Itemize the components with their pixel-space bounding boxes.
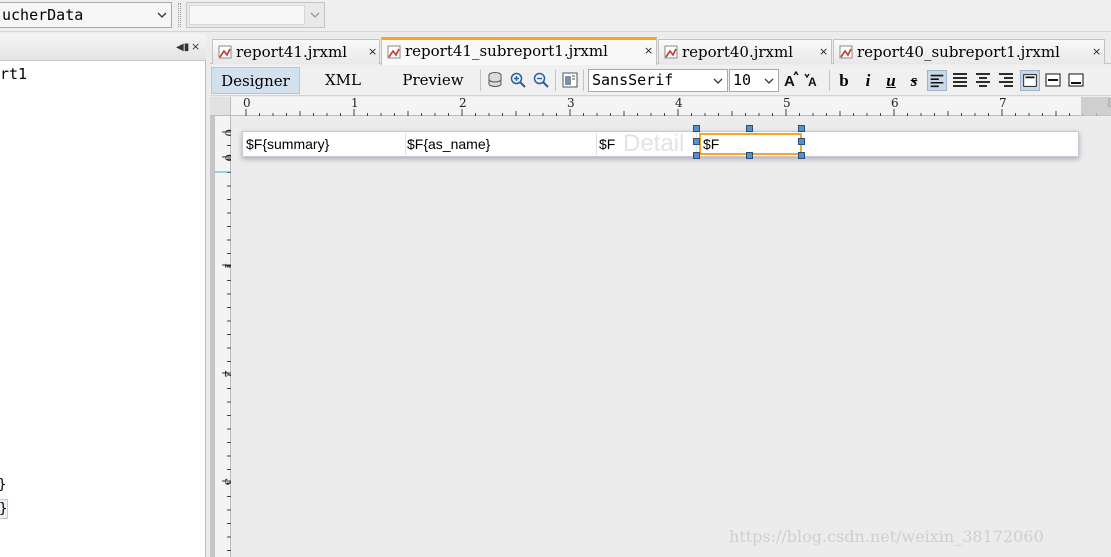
ruler-label: 0 bbox=[243, 97, 251, 110]
jrxml-file-icon bbox=[839, 45, 853, 59]
parameter-select[interactable] bbox=[186, 2, 325, 28]
tab-label: report41.jrxml bbox=[236, 43, 348, 61]
font-family-value: SansSerif bbox=[592, 71, 674, 89]
tab-report40-subreport1[interactable]: report40_subreport1.jrxml × bbox=[833, 39, 1105, 64]
chevron-down-icon bbox=[310, 12, 320, 18]
ruler-label: 1 bbox=[351, 97, 359, 110]
minimize-panel-icon[interactable]: ◀▮ bbox=[176, 42, 189, 53]
dataset-select-value: ucherData bbox=[2, 6, 84, 24]
jrxml-file-icon bbox=[664, 45, 678, 59]
zoom-in-icon[interactable] bbox=[509, 71, 527, 89]
ruler-margin-strip bbox=[1081, 97, 1111, 116]
svg-text:A: A bbox=[784, 73, 795, 89]
text-field-as-name[interactable]: $F{as_name} bbox=[405, 133, 597, 155]
chevron-down-icon bbox=[764, 78, 774, 84]
horizontal-ruler[interactable]: 012345678 bbox=[231, 96, 1111, 116]
toolbar-grip[interactable] bbox=[178, 3, 181, 27]
ruler-label: 5 bbox=[783, 97, 791, 110]
report-inspector-panel: ◀▮ × rt1 } } bbox=[0, 34, 206, 557]
align-justify-icon[interactable] bbox=[951, 71, 969, 89]
ruler-label: 0 bbox=[222, 129, 231, 137]
underline-button[interactable]: u bbox=[881, 70, 901, 91]
designer-mode-button[interactable]: Designer bbox=[211, 67, 300, 94]
preview-mode-button[interactable]: Preview bbox=[396, 67, 470, 94]
chevron-down-icon bbox=[713, 78, 723, 84]
detail-band[interactable]: Detail $F{summary} $F{as_name} $F $F bbox=[242, 131, 1079, 157]
panel-header: ◀▮ × bbox=[0, 34, 206, 61]
svg-text:A: A bbox=[808, 75, 817, 89]
tab-label: report41_subreport1.jrxml bbox=[405, 42, 608, 60]
font-size-value: 10 bbox=[733, 71, 752, 89]
ruler-label: 4 bbox=[675, 97, 683, 110]
resize-handle-w[interactable] bbox=[693, 138, 700, 145]
ruler-label: 3 bbox=[222, 478, 231, 486]
tab-report41[interactable]: report41.jrxml × bbox=[212, 39, 380, 64]
vertical-ruler[interactable]: 0 0 1 2 3 bbox=[210, 116, 236, 557]
close-tab-icon[interactable]: × bbox=[819, 40, 828, 64]
ruler-label: 3 bbox=[567, 97, 575, 110]
tree-node-brace-selected[interactable]: } bbox=[0, 499, 8, 519]
design-canvas[interactable]: Detail $F{summary} $F{as_name} $F $F bbox=[232, 117, 1111, 557]
parameter-select-value bbox=[189, 5, 305, 25]
toolbar-separator bbox=[480, 70, 481, 91]
align-left-icon[interactable] bbox=[927, 70, 947, 91]
editor-tab-strip: report41.jrxml × report41_subreport1.jrx… bbox=[210, 36, 1111, 65]
bold-button[interactable]: b bbox=[834, 70, 854, 91]
tab-report41-subreport1[interactable]: report41_subreport1.jrxml × bbox=[381, 37, 657, 65]
close-tab-icon[interactable]: × bbox=[644, 40, 653, 62]
resize-handle-se[interactable] bbox=[798, 152, 805, 159]
toolbar-separator bbox=[583, 70, 584, 91]
close-panel-icon[interactable]: × bbox=[191, 40, 200, 53]
database-icon[interactable] bbox=[486, 71, 504, 89]
designer-toolbar: Designer XML Preview SansSerif 10 A A b … bbox=[210, 65, 1111, 96]
align-top-icon[interactable] bbox=[1020, 70, 1040, 91]
close-tab-icon[interactable]: × bbox=[1092, 40, 1101, 64]
tree-node-report[interactable]: rt1 bbox=[0, 65, 27, 83]
font-family-select[interactable]: SansSerif bbox=[588, 69, 728, 92]
text-field-3[interactable]: $F bbox=[597, 133, 697, 155]
decrease-font-size-icon[interactable]: A bbox=[804, 71, 822, 89]
align-right-icon[interactable] bbox=[997, 71, 1015, 89]
xml-mode-button[interactable]: XML bbox=[318, 67, 368, 94]
dataset-select[interactable]: ucherData bbox=[0, 2, 172, 28]
italic-button[interactable]: i bbox=[858, 70, 878, 91]
jrxml-file-icon bbox=[387, 45, 401, 59]
tab-label: report40_subreport1.jrxml bbox=[857, 43, 1060, 61]
source-watermark: https://blog.csdn.net/weixin_38172060 bbox=[729, 527, 1044, 546]
ruler-label: 0 bbox=[222, 154, 231, 162]
text-field-summary[interactable]: $F{summary} bbox=[244, 133, 406, 155]
toolbar-separator bbox=[829, 70, 830, 91]
font-size-select[interactable]: 10 bbox=[729, 69, 779, 92]
ruler-corner bbox=[210, 97, 231, 116]
resize-handle-e[interactable] bbox=[798, 138, 805, 145]
ruler-label: 1 bbox=[222, 262, 231, 270]
align-bottom-icon[interactable] bbox=[1067, 71, 1085, 89]
ruler-label: 2 bbox=[459, 97, 467, 110]
align-center-icon[interactable] bbox=[974, 71, 992, 89]
strikethrough-button[interactable]: s bbox=[904, 70, 924, 91]
tab-report40[interactable]: report40.jrxml × bbox=[658, 39, 832, 64]
close-tab-icon[interactable]: × bbox=[368, 40, 377, 64]
resize-handle-ne[interactable] bbox=[798, 125, 805, 132]
horizontal-ruler-ticks: 012345678 bbox=[243, 96, 1111, 116]
ruler-label: 7 bbox=[999, 97, 1007, 110]
chevron-down-icon bbox=[157, 12, 167, 18]
ruler-margin-strip bbox=[210, 116, 215, 557]
tree-node-brace[interactable]: } bbox=[0, 477, 6, 493]
resize-handle-sw[interactable] bbox=[693, 152, 700, 159]
ruler-label: 2 bbox=[222, 370, 231, 378]
tab-label: report40.jrxml bbox=[682, 43, 794, 61]
align-middle-icon[interactable] bbox=[1044, 71, 1062, 89]
ruler-label: 6 bbox=[891, 97, 899, 110]
jrxml-file-icon bbox=[218, 45, 232, 59]
zoom-out-icon[interactable] bbox=[532, 71, 550, 89]
report-wizard-icon[interactable] bbox=[561, 71, 579, 89]
resize-handle-n[interactable] bbox=[746, 125, 753, 132]
toolbar-separator bbox=[555, 70, 556, 91]
top-toolbar: ucherData bbox=[0, 0, 1111, 32]
resize-handle-s[interactable] bbox=[746, 152, 753, 159]
increase-font-size-icon[interactable]: A bbox=[782, 71, 800, 89]
resize-handle-nw[interactable] bbox=[693, 125, 700, 132]
